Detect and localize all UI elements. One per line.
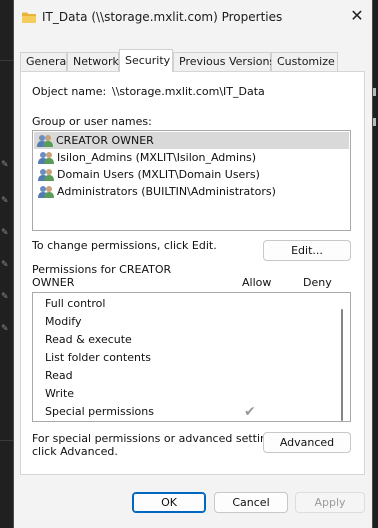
scroll-tick [373,88,376,96]
pin-icon: ✎ [1,196,9,206]
divider [0,60,14,61]
permission-row: Read & execute [45,333,132,346]
advanced-hint: For special permissions or advanced sett… [32,432,284,445]
ok-button[interactable]: OK [132,492,206,513]
title-bar[interactable]: IT_Data (\\storage.mxlit.com) Properties… [14,0,372,34]
object-name-value: \\storage.mxlit.com\IT_Data [112,85,265,98]
close-icon: ✕ [350,6,364,25]
allow-column-header: Allow [242,276,272,289]
permissions-header-owner: OWNER [32,276,75,289]
pin-icon: ✎ [1,324,9,334]
tab-network[interactable]: Network [67,52,119,71]
permissions-scrollbar[interactable] [341,309,343,421]
permission-row: List folder contents [45,351,151,364]
list-item-label: CREATOR OWNER [56,134,154,147]
tab-security[interactable]: Security [119,49,173,72]
background-window-edge: ✎ ✎ ✎ ✎ ✎ ✎ [0,0,14,528]
users-icon [38,169,54,181]
close-button[interactable]: ✕ [342,0,372,34]
pin-icon: ✎ [1,160,9,170]
permission-row: Read [45,369,73,382]
list-item-label: Administrators (BUILTIN\Administrators) [57,185,276,198]
list-item-creator-owner[interactable]: CREATOR OWNER [34,132,349,149]
group-user-list[interactable]: CREATOR OWNER Isilon_Admins (MXLIT\Isilo… [32,130,351,231]
users-icon [38,152,54,164]
list-item-label: Domain Users (MXLIT\Domain Users) [57,168,260,181]
deny-column-header: Deny [303,276,332,289]
users-icon [38,186,54,198]
properties-dialog: IT_Data (\\storage.mxlit.com) Properties… [14,0,372,528]
apply-button[interactable]: Apply [295,492,365,513]
permissions-list[interactable]: Full control Modify Read & execute List … [32,292,351,422]
scroll-tick [373,118,376,126]
list-item-label: Isilon_Admins (MXLIT\Isilon_Admins) [57,151,257,164]
tab-customize[interactable]: Customize [271,52,338,71]
background-window-edge-right [372,0,378,528]
pin-icon: ✎ [1,292,9,302]
folder-icon [22,12,36,23]
tab-general[interactable]: General [20,52,69,71]
edit-button[interactable]: Edit... [263,240,351,261]
advanced-hint-line2: click Advanced. [32,445,118,458]
divider [0,440,14,441]
permission-row: Write [45,387,75,400]
dialog-footer: OK Cancel Apply [14,476,372,528]
permissions-header: Permissions for CREATOR [32,263,172,276]
users-icon [37,135,53,147]
groups-label: Group or user names: [32,115,152,128]
advanced-button[interactable]: Advanced [263,432,351,453]
permission-row: Special permissions [45,405,154,418]
tab-previous-versions[interactable]: Previous Versions [173,52,275,71]
window-title: IT_Data (\\storage.mxlit.com) Properties [42,10,283,24]
permission-row: Modify [45,315,82,328]
pin-icon: ✎ [1,228,9,238]
change-permissions-hint: To change permissions, click Edit. [32,239,217,252]
cancel-button[interactable]: Cancel [214,492,288,513]
pin-icon: ✎ [1,260,9,270]
permission-row: Full control [45,297,106,310]
allow-check-icon: ✔ [244,404,256,420]
object-name-label: Object name: [32,85,107,98]
